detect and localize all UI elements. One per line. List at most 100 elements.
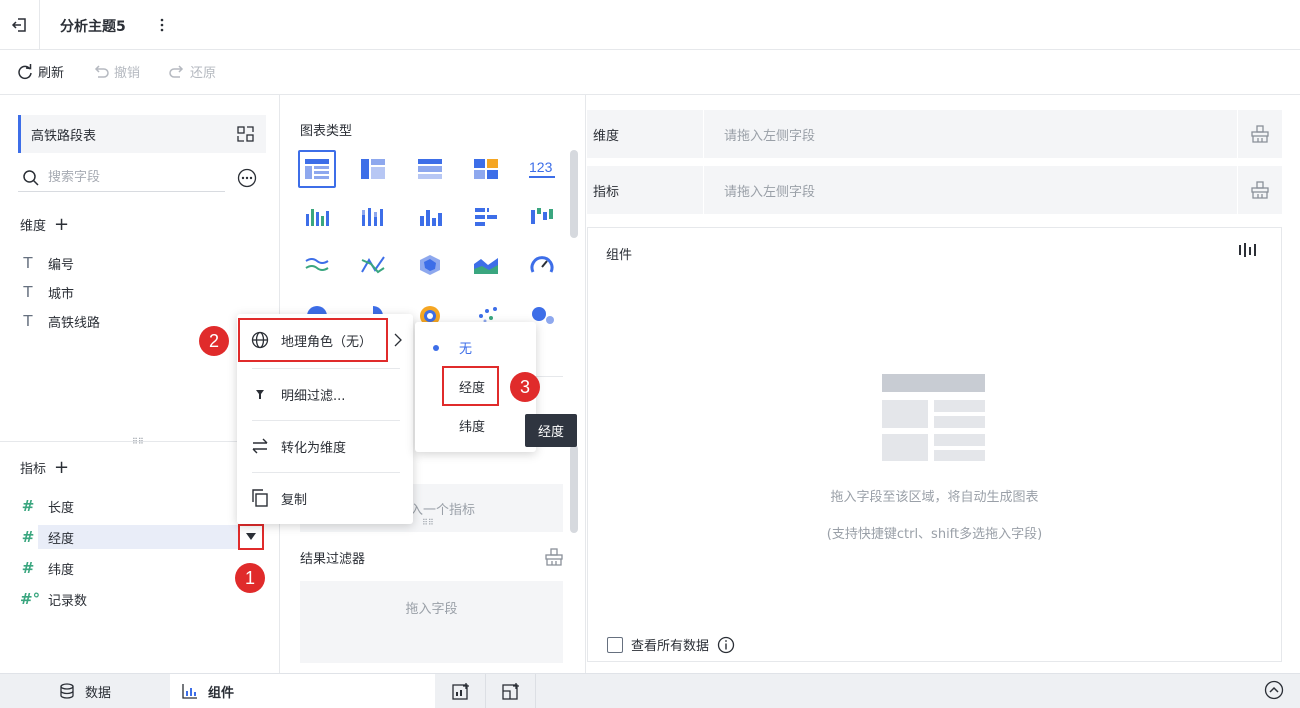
dimensions-title: 维度 — [20, 219, 47, 234]
tab-data[interactable]: 数据 — [0, 674, 170, 708]
metric-clear-button[interactable] — [1238, 166, 1282, 214]
metric-shelf: 指标 请拖入左侧字段 — [587, 166, 1282, 214]
metric-field[interactable]: # 纬度 — [0, 555, 242, 581]
exit-button[interactable] — [0, 0, 40, 50]
metric-shelf-drop-zone[interactable]: 请拖入左侧字段 — [704, 166, 1237, 214]
dimension-shelf: 维度 请拖入左侧字段 — [587, 110, 1282, 158]
chart-type-detail-table[interactable] — [411, 150, 449, 188]
redo-button[interactable]: 还原 — [168, 62, 216, 81]
field-search-box[interactable] — [18, 164, 225, 192]
undo-icon — [94, 64, 109, 78]
menu-separator — [252, 368, 400, 369]
data-table-item[interactable]: 高铁路段表 — [18, 115, 266, 153]
metric-field[interactable]: #° 记录数 — [0, 586, 242, 612]
chart-type-gauge[interactable] — [523, 246, 561, 284]
menu-item-detail-filter[interactable]: 明细过滤... — [237, 372, 413, 416]
text-type-icon: T — [23, 283, 33, 301]
add-dashboard-button[interactable] — [486, 674, 536, 708]
gauge-icon — [530, 256, 554, 273]
cross-table-icon — [361, 159, 385, 179]
search-more-button[interactable] — [237, 168, 257, 188]
add-dimension-icon[interactable]: + — [54, 214, 69, 235]
chart-type-radar[interactable] — [411, 246, 449, 284]
more-circle-icon — [237, 168, 257, 188]
dimension-clear-button[interactable] — [1238, 110, 1282, 158]
brush-icon — [1251, 125, 1269, 143]
more-vertical-icon — [160, 18, 164, 32]
filter-drop-zone[interactable]: 拖入字段 — [300, 581, 563, 663]
drag-handle-icon[interactable]: ⠿⠿ — [422, 518, 434, 527]
dimension-field[interactable]: T 城市 — [0, 279, 242, 305]
chevron-right-icon — [393, 333, 403, 347]
detail-table-icon — [418, 159, 442, 179]
chart-type-card[interactable] — [467, 150, 505, 188]
menu-separator — [252, 420, 400, 421]
chart-type-grouped-bar[interactable] — [298, 198, 336, 236]
top-bar — [0, 0, 1300, 50]
chart-type-table[interactable] — [298, 150, 336, 188]
view-all-label: 查看所有数据 — [631, 639, 710, 654]
component-settings-button[interactable] — [1238, 242, 1258, 258]
filter-icon — [256, 390, 264, 399]
menu-item-convert-dimension[interactable]: 转化为维度 — [237, 424, 413, 468]
page-title: 分析主题5 — [60, 19, 126, 35]
chart-type-area[interactable] — [467, 246, 505, 284]
table-placeholder-icon — [882, 374, 985, 461]
undo-button[interactable]: 撤销 — [92, 62, 140, 81]
chart-type-line[interactable] — [298, 246, 336, 284]
more-menu-button[interactable] — [152, 14, 172, 36]
refresh-icon — [18, 63, 32, 79]
config-scrollbar[interactable] — [570, 445, 578, 533]
submenu-item-latitude[interactable]: 纬度 — [415, 406, 536, 444]
dimension-drop-hint: 请拖入左侧字段 — [724, 128, 816, 144]
dimension-field[interactable]: T 编号 — [0, 250, 242, 276]
view-all-data-option[interactable]: 查看所有数据 — [607, 635, 735, 654]
dimension-drop-zone[interactable]: 请拖入左侧字段 — [704, 110, 1237, 158]
add-component-button[interactable] — [436, 674, 486, 708]
caret-down-icon — [246, 533, 256, 540]
chart-type-column[interactable] — [411, 198, 449, 236]
metric-field-selected[interactable]: # 经度 — [0, 524, 242, 550]
metric-shelf-label: 指标 — [587, 166, 703, 214]
menu-item-copy[interactable]: 复制 — [237, 476, 413, 520]
brush-icon — [545, 548, 563, 566]
add-dashboard-icon — [501, 683, 519, 700]
view-all-checkbox[interactable] — [607, 636, 623, 653]
filter-clear-button[interactable] — [544, 547, 564, 567]
chart-type-horizontal-bar[interactable] — [467, 198, 505, 236]
kpi-number-icon: 123 — [529, 159, 555, 178]
collapse-button[interactable] — [1264, 680, 1284, 700]
add-chart-icon — [451, 683, 469, 700]
copy-label: 复制 — [281, 492, 308, 508]
exit-icon — [11, 18, 26, 32]
info-icon[interactable] — [717, 636, 735, 654]
refresh-button[interactable]: 刷新 — [16, 62, 64, 81]
search-input[interactable] — [48, 170, 208, 185]
submenu-latitude-label: 纬度 — [459, 419, 486, 435]
search-icon — [23, 169, 39, 186]
metrics-title: 指标 — [20, 462, 47, 477]
metric-field-label: 记录数 — [48, 593, 88, 609]
redo-icon — [169, 64, 184, 78]
switch-table-button[interactable] — [236, 125, 256, 143]
chart-type-kpi[interactable]: 123 — [523, 150, 561, 188]
metric-shelf-drop-hint: 请拖入左侧字段 — [724, 184, 816, 200]
result-filter-title: 结果过滤器 — [300, 552, 366, 567]
field-dropdown-button[interactable] — [238, 524, 264, 550]
drag-handle-icon[interactable]: ⠿⠿ — [132, 437, 144, 446]
metric-field-label: 长度 — [48, 500, 75, 516]
chart-type-cross-table[interactable] — [354, 150, 392, 188]
metric-field-label: 经度 — [48, 531, 75, 547]
count-type-icon: #° — [20, 590, 41, 608]
chart-type-stacked-bar[interactable] — [354, 198, 392, 236]
metric-field[interactable]: # 长度 — [0, 493, 242, 519]
add-metric-icon[interactable]: + — [54, 457, 69, 478]
submenu-item-none[interactable]: 无 — [415, 328, 536, 366]
copy-icon — [252, 489, 268, 507]
tab-component[interactable]: 组件 — [170, 674, 435, 708]
chart-type-scrollbar[interactable] — [570, 150, 578, 238]
horizontal-bar-icon — [475, 207, 497, 227]
chart-type-waterfall[interactable] — [523, 198, 561, 236]
chart-type-polyline[interactable] — [354, 246, 392, 284]
number-type-icon: # — [21, 559, 35, 577]
